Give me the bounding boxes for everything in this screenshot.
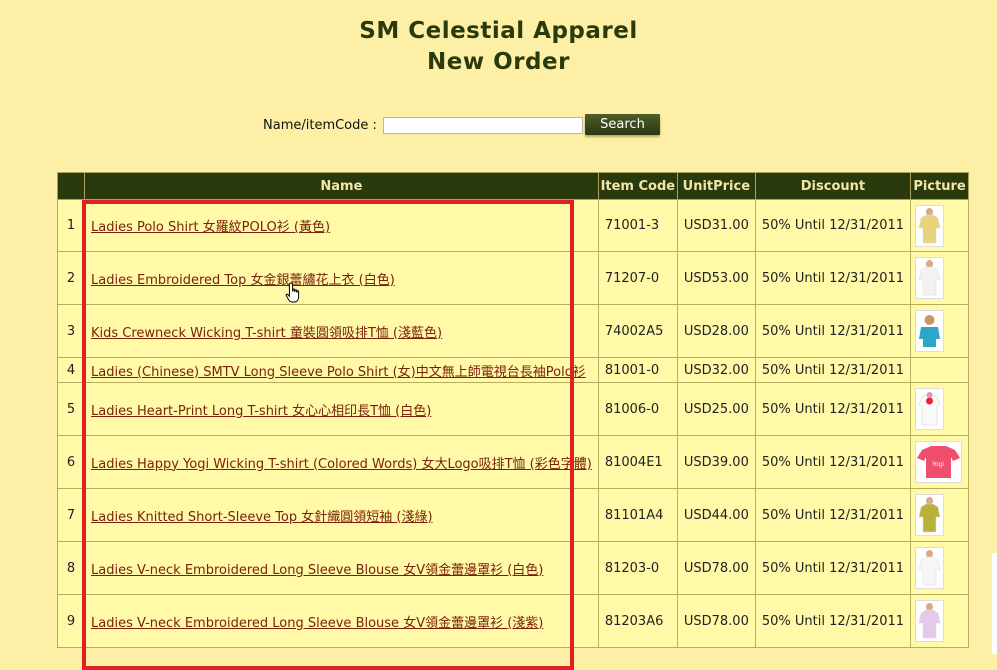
store-title: SM Celestial Apparel: [359, 18, 638, 44]
unit-price: USD39.00: [676, 435, 756, 489]
discount: 50% Until 12/31/2011: [754, 594, 912, 648]
table-row: 3 Kids Crewneck Wicking T-shirt 童裝圓領吸排T恤 …: [57, 304, 970, 358]
item-code: 81001-0: [597, 357, 678, 383]
picture-cell: Yogi: [910, 435, 970, 489]
discount: 50% Until 12/31/2011: [754, 199, 912, 252]
white-blouse-image[interactable]: [915, 547, 945, 589]
discount: 50% Until 12/31/2011: [754, 435, 912, 489]
item-code: 71207-0: [597, 251, 678, 305]
picture-cell: [910, 199, 970, 252]
col-picture-header: Picture: [910, 172, 970, 200]
row-number: 7: [57, 488, 85, 542]
item-code: 74002A5: [597, 304, 678, 358]
table-row: 7 Ladies Knitted Short-Sleeve Top 女針織圓領短袖…: [57, 488, 970, 542]
col-unitprice-header: UnitPrice: [676, 172, 756, 200]
picture-cell: [910, 594, 970, 648]
product-link[interactable]: Ladies V-neck Embroidered Long Sleeve Bl…: [91, 563, 543, 578]
picture-cell: [910, 304, 970, 358]
table-row: 4 Ladies (Chinese) SMTV Long Sleeve Polo …: [57, 357, 970, 383]
product-link[interactable]: Ladies Embroidered Top 女金銀蕾繡花上衣 (白色): [91, 273, 395, 288]
white-top-image[interactable]: [915, 257, 945, 299]
green-top-image[interactable]: [915, 494, 945, 536]
item-code: 81006-0: [597, 382, 678, 436]
unit-price: USD28.00: [676, 304, 756, 358]
table-row: 6 Ladies Happy Yogi Wicking T-shirt (Colo…: [57, 435, 970, 489]
unit-price: USD78.00: [676, 594, 756, 648]
hand-cursor-icon: [285, 282, 300, 303]
picture-cell: [910, 357, 970, 383]
product-link[interactable]: Ladies (Chinese) SMTV Long Sleeve Polo S…: [91, 365, 586, 380]
col-discount-header: Discount: [754, 172, 912, 200]
scrollbar-edge: [992, 553, 997, 654]
picture-cell: [910, 541, 970, 595]
col-name-header: Name: [84, 172, 599, 200]
product-link[interactable]: Ladies Happy Yogi Wicking T-shirt (Color…: [91, 457, 592, 472]
item-code: 71001-3: [597, 199, 678, 252]
search-input[interactable]: [382, 116, 583, 134]
item-code: 81203A6: [597, 594, 678, 648]
product-link[interactable]: Ladies Knitted Short-Sleeve Top 女針織圓領短袖 …: [91, 510, 433, 525]
row-number: 5: [57, 382, 85, 436]
row-number: 1: [57, 199, 85, 252]
col-itemcode-header: Item Code: [597, 172, 678, 200]
product-link[interactable]: Ladies Heart-Print Long T-shirt 女心心相印長T恤…: [91, 404, 431, 419]
svg-text:Yogi: Yogi: [931, 461, 944, 468]
picture-cell: [910, 488, 970, 542]
unit-price: USD31.00: [676, 199, 756, 252]
product-table: Name Item Code UnitPrice Discount Pictur…: [57, 172, 970, 648]
item-code: 81101A4: [597, 488, 678, 542]
unit-price: USD32.00: [676, 357, 756, 383]
item-code: 81203-0: [597, 541, 678, 595]
page-title: New Order: [427, 49, 570, 75]
discount: 50% Until 12/31/2011: [754, 541, 912, 595]
row-number: 9: [57, 594, 85, 648]
product-link[interactable]: Ladies V-neck Embroidered Long Sleeve Bl…: [91, 616, 543, 631]
unit-price: USD25.00: [676, 382, 756, 436]
table-row: 9 Ladies V-neck Embroidered Long Sleeve B…: [57, 594, 970, 648]
product-link[interactable]: Ladies Polo Shirt 女羅紋POLO衫 (黃色): [91, 220, 330, 235]
picture-cell: [910, 251, 970, 305]
unit-price: USD78.00: [676, 541, 756, 595]
discount: 50% Until 12/31/2011: [754, 488, 912, 542]
discount: 50% Until 12/31/2011: [754, 304, 912, 358]
search-button[interactable]: Search: [585, 114, 660, 135]
table-row: 1 Ladies Polo Shirt 女羅紋POLO衫 (黃色) 71001-3 U…: [57, 199, 970, 252]
discount: 50% Until 12/31/2011: [754, 382, 912, 436]
item-code: 81004E1: [597, 435, 678, 489]
table-header-row: Name Item Code UnitPrice Discount Pictur…: [57, 172, 970, 200]
picture-cell: [910, 382, 970, 436]
table-row: 2 Ladies Embroidered Top 女金銀蕾繡花上衣 (白色) 712…: [57, 251, 970, 305]
discount: 50% Until 12/31/2011: [754, 357, 912, 383]
kids-tshirt-image[interactable]: [915, 310, 945, 352]
unit-price: USD53.00: [676, 251, 756, 305]
row-number: 4: [57, 357, 85, 383]
search-label: Name/itemCode :: [263, 117, 377, 133]
row-number: 8: [57, 541, 85, 595]
unit-price: USD44.00: [676, 488, 756, 542]
table-row: 8 Ladies V-neck Embroidered Long Sleeve B…: [57, 541, 970, 595]
heart-tshirt-image[interactable]: [915, 388, 945, 430]
row-number: 2: [57, 251, 85, 305]
row-number: 6: [57, 435, 85, 489]
product-link[interactable]: Kids Crewneck Wicking T-shirt 童裝圓領吸排T恤 (…: [91, 326, 442, 341]
discount: 50% Until 12/31/2011: [754, 251, 912, 305]
search-row: Name/itemCode :: [263, 115, 583, 135]
yellow-polo-image[interactable]: [915, 204, 945, 247]
purple-blouse-image[interactable]: [915, 600, 945, 642]
row-number: 3: [57, 304, 85, 358]
pink-tshirt-image[interactable]: Yogi: [915, 441, 963, 483]
col-number-header: [57, 172, 85, 200]
table-row: 5 Ladies Heart-Print Long T-shirt 女心心相印長T…: [57, 382, 970, 436]
